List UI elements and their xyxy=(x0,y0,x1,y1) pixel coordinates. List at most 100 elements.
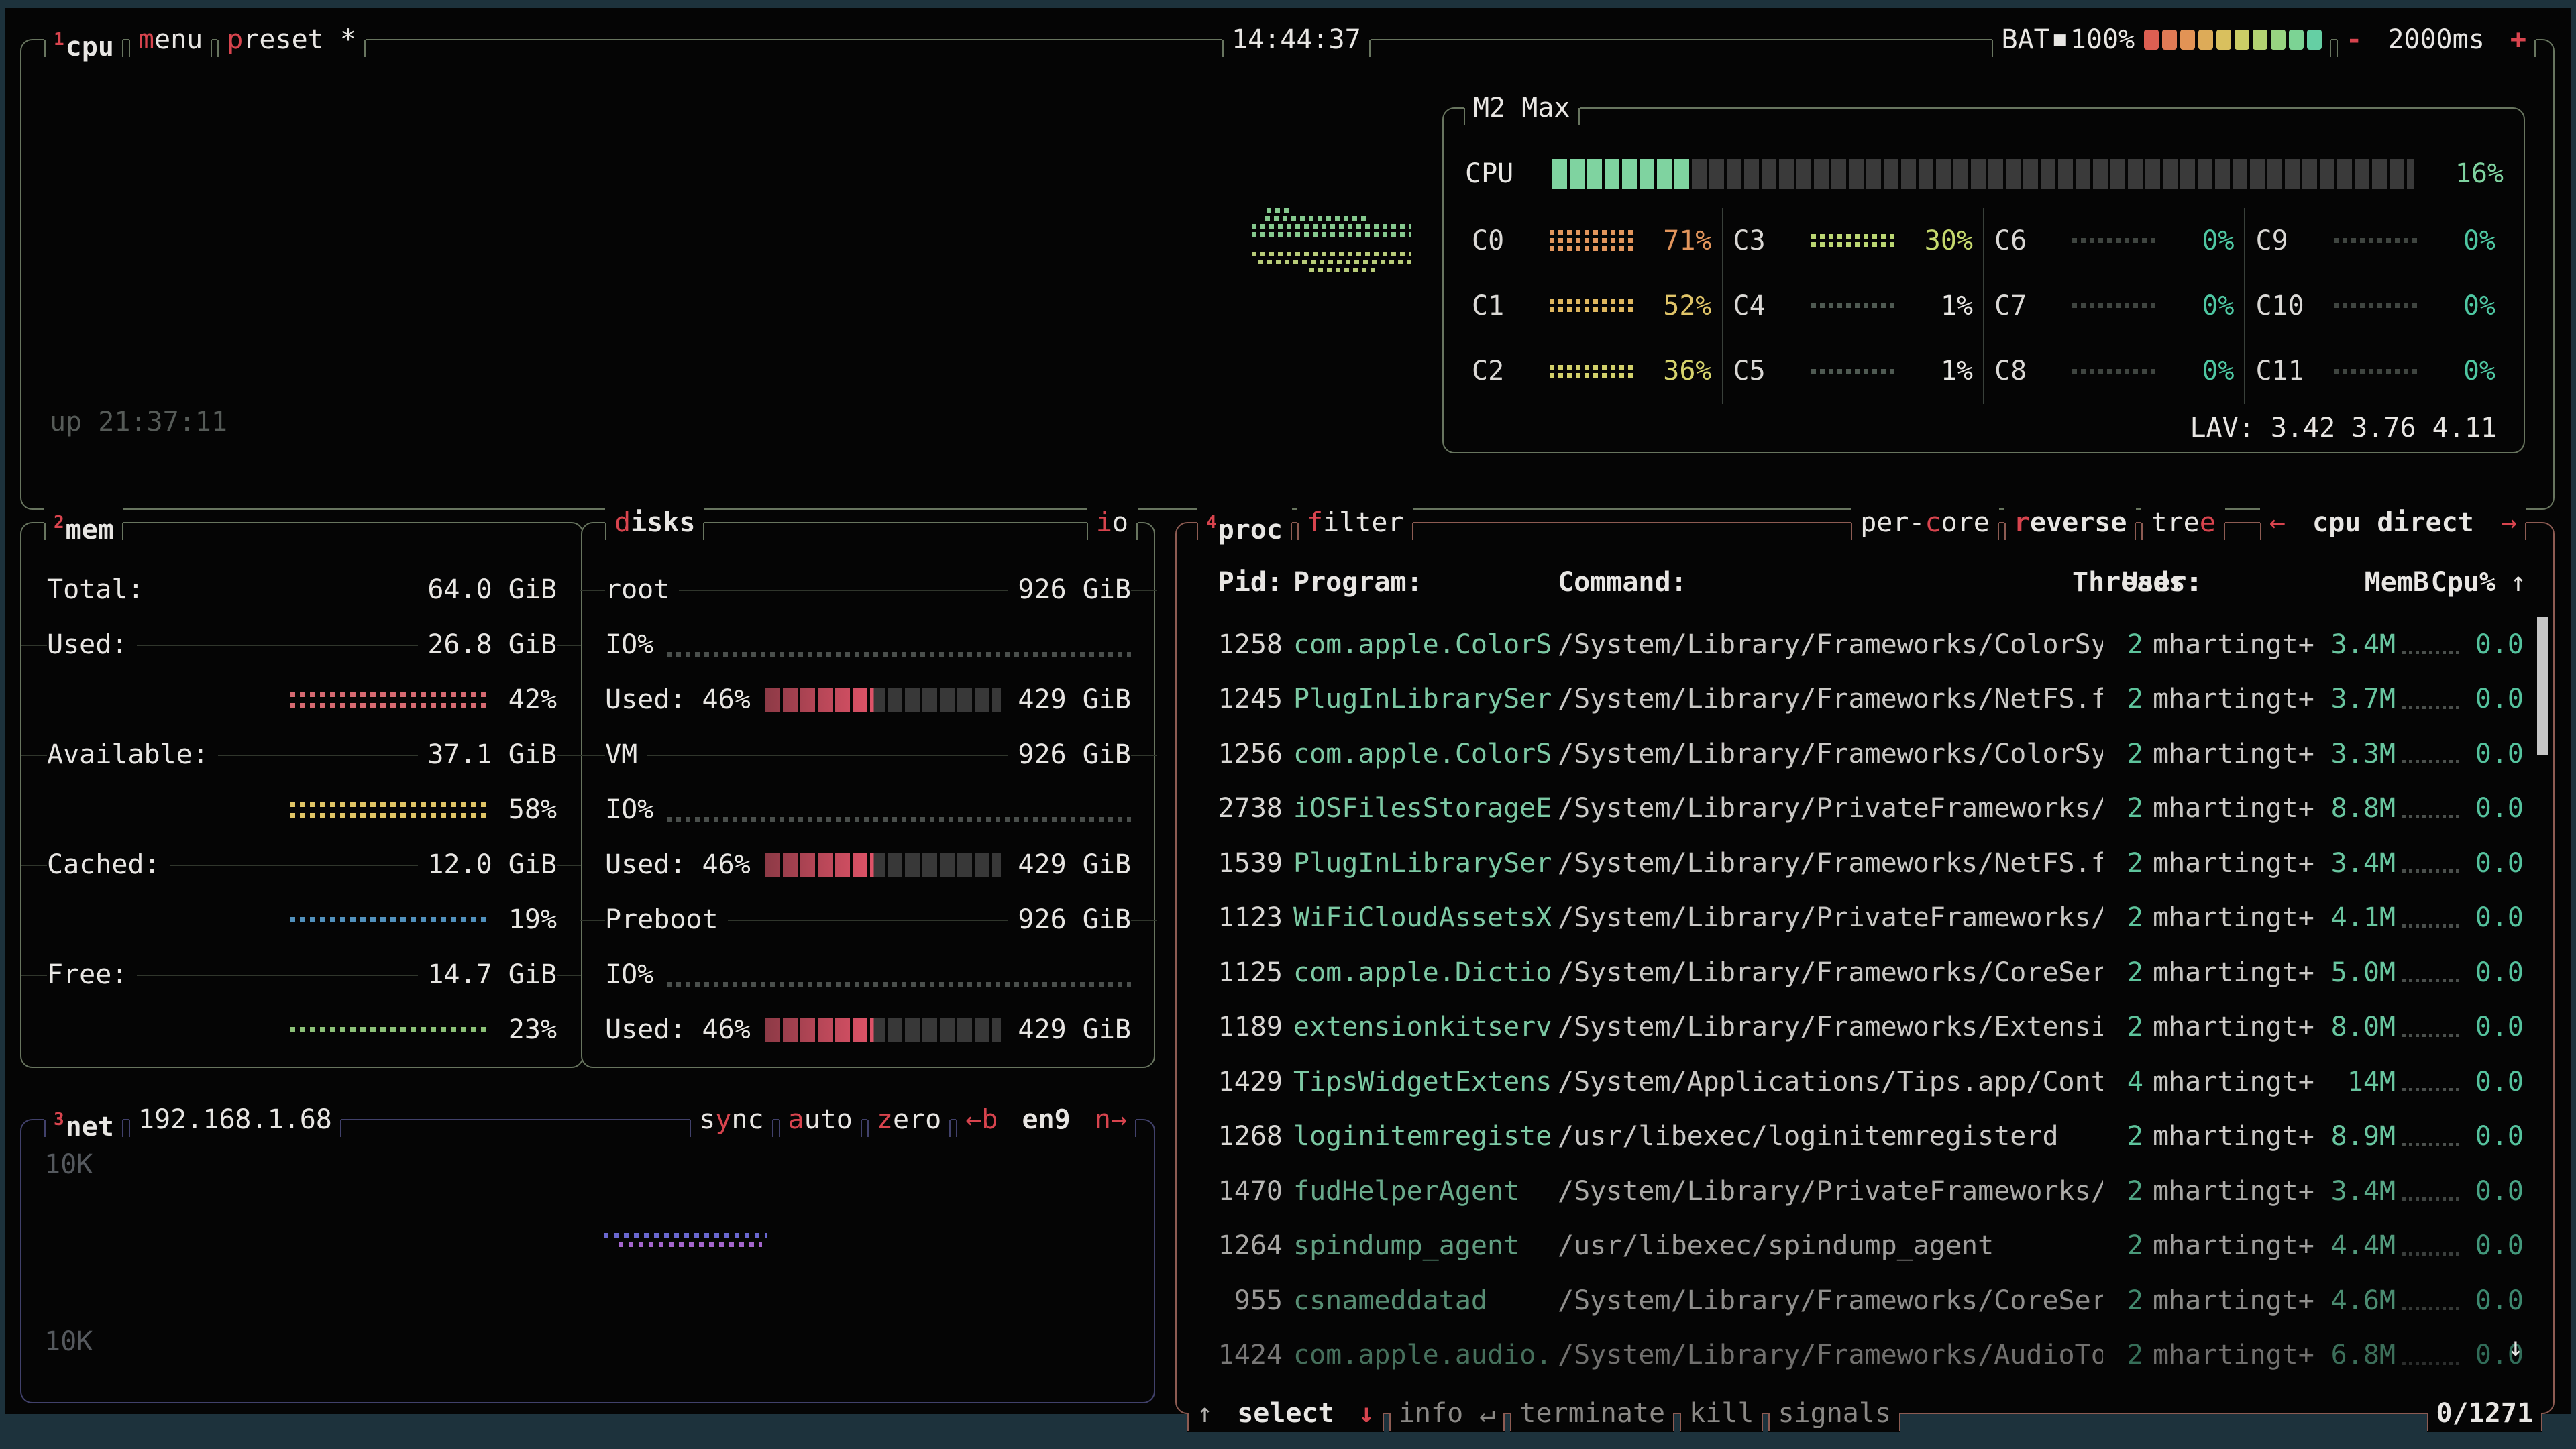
info-button[interactable]: info ↵ xyxy=(1389,1395,1505,1432)
tab-disks[interactable]: disks xyxy=(605,504,704,541)
process-row[interactable]: 1264 spindump_agent /usr/libexec/spindum… xyxy=(1202,1219,2526,1274)
sort-column-switcher[interactable]: ← cpu direct → xyxy=(2260,504,2526,541)
process-mem: 3.4M xyxy=(2320,847,2396,879)
process-threads: 2 xyxy=(2103,1230,2143,1262)
cpu-model-name: M2 Max xyxy=(1464,90,1580,126)
process-user: mhartingt+ xyxy=(2153,1120,2320,1152)
sort-prev-button[interactable]: ← xyxy=(2269,507,2286,538)
process-mem-graph xyxy=(2402,1362,2460,1365)
tab-mem[interactable]: 2mem xyxy=(44,504,123,541)
disk-section: root 926 GiB IO% Used: 46% 429 GiB xyxy=(605,562,1131,727)
cpu-total-label: CPU xyxy=(1465,158,1536,190)
process-mem: 3.4M xyxy=(2320,1175,2396,1208)
mem-cached-row: Cached: 12.0 GiB xyxy=(47,837,557,892)
process-command: /System/Library/PrivateFrameworks/Mob xyxy=(1558,1175,2103,1208)
select-down-icon[interactable]: ↓ xyxy=(1358,1398,1375,1429)
core-id: C0 xyxy=(1472,225,1542,257)
col-command[interactable]: Command: xyxy=(1558,566,2072,598)
process-table-header: Pid: Program: Command: Threads: User: Me… xyxy=(1202,566,2526,598)
process-row[interactable]: 1245 PlugInLibrarySer /System/Library/Fr… xyxy=(1202,672,2526,727)
process-pid: 1539 xyxy=(1202,847,1283,879)
process-row[interactable]: 1429 TipsWidgetExtens /System/Applicatio… xyxy=(1202,1055,2526,1110)
process-mem-graph xyxy=(2402,1197,2460,1201)
core-percent: 52% xyxy=(1642,290,1712,322)
col-program[interactable]: Program: xyxy=(1293,566,1551,598)
process-pid: 1256 xyxy=(1202,738,1283,770)
tab-proc[interactable]: 4proc xyxy=(1197,504,1292,541)
tab-net[interactable]: 3net xyxy=(44,1102,123,1138)
net-auto-button[interactable]: auto xyxy=(779,1102,862,1138)
terminate-button[interactable]: terminate xyxy=(1510,1395,1674,1432)
col-pid[interactable]: Pid: xyxy=(1202,566,1283,598)
process-command: /System/Library/PrivateFrameworks/WiF xyxy=(1558,902,2103,934)
preset-button[interactable]: preset * xyxy=(217,21,366,58)
net-zero-button[interactable]: zero xyxy=(867,1102,951,1138)
process-cpu: 0.0 xyxy=(2460,1175,2524,1208)
process-user: mhartingt+ xyxy=(2153,1011,2320,1043)
mem-cached-graph xyxy=(290,917,486,922)
core-percent: 1% xyxy=(1903,355,1973,387)
iface-next-button[interactable]: n→ xyxy=(1095,1104,1127,1135)
process-mem: 4.4M xyxy=(2320,1230,2396,1262)
interval-decrease-button[interactable]: - xyxy=(2346,24,2362,55)
col-user[interactable]: User: xyxy=(2122,566,2290,598)
sort-direction-icon[interactable]: ↑ xyxy=(2496,566,2526,598)
process-row[interactable]: 1123 WiFiCloudAssetsX /System/Library/Pr… xyxy=(1202,891,2526,946)
process-row[interactable]: 955 csnameddatad /System/Library/Framewo… xyxy=(1202,1273,2526,1328)
process-threads: 2 xyxy=(2103,902,2143,934)
col-memb[interactable]: MemB xyxy=(2290,566,2429,598)
process-command: /System/Library/Frameworks/AudioToolb xyxy=(1558,1339,2103,1371)
process-row[interactable]: 1424 com.apple.audio. /System/Library/Fr… xyxy=(1202,1328,2526,1383)
reverse-toggle[interactable]: reverse xyxy=(2004,504,2137,541)
process-row[interactable]: 1470 fudHelperAgent /System/Library/Priv… xyxy=(1202,1164,2526,1219)
tab-cpu[interactable]: 1cpu xyxy=(44,21,123,58)
process-row[interactable]: 1189 extensionkitserv /System/Library/Fr… xyxy=(1202,1000,2526,1055)
select-control[interactable]: ↑ select ↓ xyxy=(1187,1395,1384,1432)
disk-section: Preboot 926 GiB IO% Used: 46% 429 GiB xyxy=(605,892,1131,1057)
process-pid: 2738 xyxy=(1202,792,1283,824)
mem-available-row: Available: 37.1 GiB xyxy=(47,727,557,782)
select-up-icon[interactable]: ↑ xyxy=(1197,1398,1213,1429)
disk-used-label: Used: 46% xyxy=(605,1014,751,1046)
tree-toggle[interactable]: tree xyxy=(2141,504,2224,541)
disk-used-size: 429 GiB xyxy=(1016,684,1131,716)
net-sync-button[interactable]: sync xyxy=(690,1102,773,1138)
iface-prev-button[interactable]: ←b xyxy=(965,1104,998,1135)
net-interface-switcher[interactable]: ←b en9 n→ xyxy=(956,1102,1136,1138)
process-mem-graph xyxy=(2402,1252,2460,1256)
process-threads: 2 xyxy=(2103,792,2143,824)
process-row[interactable]: 1125 com.apple.Dictio /System/Library/Fr… xyxy=(1202,945,2526,1000)
per-core-toggle[interactable]: per-core xyxy=(1851,504,1999,541)
process-command: /usr/libexec/spindump_agent xyxy=(1558,1230,2103,1262)
process-mem: 3.7M xyxy=(2320,683,2396,715)
io-mode-button[interactable]: io xyxy=(1087,504,1138,541)
process-scrollbar[interactable] xyxy=(2537,617,2548,755)
interval-increase-button[interactable]: + xyxy=(2510,24,2526,55)
clock: 14:44:37 xyxy=(1222,21,1371,58)
process-pid: 1123 xyxy=(1202,902,1283,934)
process-mem-graph xyxy=(2402,979,2460,982)
signals-button[interactable]: signals xyxy=(1768,1395,1900,1432)
process-row[interactable]: 1539 PlugInLibrarySer /System/Library/Fr… xyxy=(1202,836,2526,891)
core-row: C4 1% xyxy=(1723,273,1984,338)
process-row[interactable]: 1256 com.apple.ColorS /System/Library/Fr… xyxy=(1202,727,2526,782)
process-mem: 8.8M xyxy=(2320,792,2396,824)
process-program: com.apple.ColorS xyxy=(1293,629,1551,661)
sort-next-button[interactable]: → xyxy=(2501,507,2517,538)
filter-button[interactable]: filter xyxy=(1297,504,1413,541)
disk-io-graph xyxy=(667,982,1131,987)
menu-button[interactable]: menu xyxy=(129,21,212,58)
core-id: C7 xyxy=(1994,290,2064,322)
col-threads[interactable]: Threads: xyxy=(2072,566,2112,598)
process-row[interactable]: 2738 iOSFilesStorageE /System/Library/Pr… xyxy=(1202,782,2526,837)
process-command: /System/Library/Frameworks/ColorSync. xyxy=(1558,738,2103,770)
disk-name: root xyxy=(605,574,679,606)
process-command: /System/Library/Frameworks/CoreServic xyxy=(1558,957,2103,989)
mem-total-row: Total: 64.0 GiB xyxy=(47,562,557,617)
kill-button[interactable]: kill xyxy=(1680,1395,1763,1432)
col-cpu[interactable]: Cpu% xyxy=(2429,566,2496,598)
process-row[interactable]: 1268 loginitemregiste /usr/libexec/login… xyxy=(1202,1110,2526,1165)
process-row[interactable]: 1258 com.apple.ColorS /System/Library/Fr… xyxy=(1202,617,2526,672)
process-mem-graph xyxy=(2402,760,2460,763)
disk-section: VM 926 GiB IO% Used: 46% 429 GiB xyxy=(605,727,1131,892)
